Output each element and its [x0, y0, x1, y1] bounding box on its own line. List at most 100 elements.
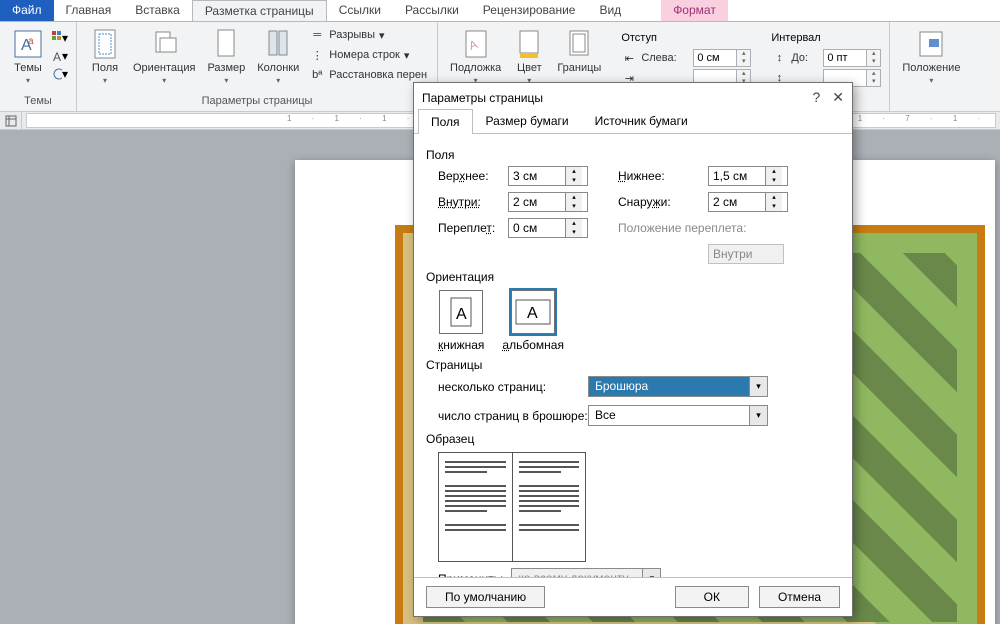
- outside-margin-spinner[interactable]: ▴▾: [708, 192, 788, 212]
- indent-left-icon: ⇤: [621, 50, 637, 66]
- spacing-before-input[interactable]: [824, 50, 866, 66]
- chevron-down-icon: ▾: [929, 76, 933, 85]
- bottom-margin-input[interactable]: [709, 167, 765, 185]
- indent-label: Отступ: [621, 32, 751, 44]
- size-button[interactable]: Размер▾: [203, 26, 249, 87]
- ok-button[interactable]: ОК: [675, 586, 749, 608]
- columns-icon: [262, 28, 294, 60]
- tab-format[interactable]: Формат: [661, 0, 728, 21]
- dialog-tab-paper[interactable]: Размер бумаги: [473, 108, 582, 133]
- sheets-combo[interactable]: Все▾: [588, 405, 768, 426]
- indent-left-spinner[interactable]: ▴▾: [693, 49, 751, 67]
- default-button[interactable]: По умолчанию: [426, 586, 545, 608]
- close-button[interactable]: ✕: [832, 89, 844, 106]
- spacing-before-icon: ↕: [771, 50, 787, 66]
- size-icon: [210, 28, 242, 60]
- margins-label: Поля: [92, 62, 118, 74]
- tab-page-layout[interactable]: Разметка страницы: [192, 0, 327, 21]
- chevron-down-icon[interactable]: ▾: [642, 569, 660, 577]
- page-color-button[interactable]: Цвет▾: [509, 26, 549, 87]
- tab-view[interactable]: Вид: [587, 0, 633, 21]
- gutter-pos-value: Внутри: [708, 244, 784, 264]
- indent-left-text: Слева:: [641, 52, 689, 64]
- watermark-label: Подложка: [450, 62, 501, 74]
- dialog-tabs: Поля Размер бумаги Источник бумаги: [414, 108, 852, 134]
- chevron-down-icon: ▾: [276, 76, 280, 85]
- multi-pages-label: несколько страниц:: [438, 380, 588, 394]
- breaks-icon: ═: [309, 27, 325, 43]
- dialog-tab-source[interactable]: Источник бумаги: [582, 108, 701, 133]
- chevron-down-icon[interactable]: ▾: [749, 406, 767, 425]
- group-page-setup: Поля ▾ Ориентация▾ Размер▾ Колонки ▾ ═Разр…: [77, 22, 438, 111]
- page-borders-button[interactable]: Границы: [553, 26, 605, 87]
- bottom-margin-label: Нижнее:: [618, 169, 708, 183]
- top-margin-input[interactable]: [509, 167, 565, 185]
- svg-text:a: a: [28, 36, 34, 47]
- ruler-corner-icon[interactable]: [0, 112, 22, 130]
- section-pages-label: Страницы: [426, 358, 840, 372]
- inside-margin-spinner[interactable]: ▴▾: [508, 192, 588, 212]
- cancel-button[interactable]: Отмена: [759, 586, 840, 608]
- preview-box: [438, 452, 586, 562]
- top-margin-spinner[interactable]: ▴▾: [508, 166, 588, 186]
- spacing-before-text: До:: [791, 52, 819, 64]
- dialog-footer: По умолчанию ОК Отмена: [414, 577, 852, 616]
- theme-fonts-icon[interactable]: A▾: [52, 48, 68, 64]
- chevron-down-icon: ▾: [103, 76, 107, 85]
- page-setup-dialog: Параметры страницы ? ✕ Поля Размер бумаг…: [413, 82, 853, 617]
- page-color-icon: [513, 28, 545, 60]
- columns-button[interactable]: Колонки ▾: [253, 26, 303, 87]
- breaks-button[interactable]: ═Разрывы ▾: [307, 26, 386, 44]
- orientation-portrait[interactable]: A книжная: [438, 290, 484, 352]
- svg-text:A: A: [456, 306, 467, 323]
- inside-margin-label: Внутри:: [438, 195, 508, 209]
- hyphenation-icon: bª: [309, 67, 325, 83]
- landscape-icon: A: [511, 290, 555, 334]
- theme-colors-icon[interactable]: ▾: [52, 30, 68, 46]
- portrait-icon: A: [439, 290, 483, 334]
- indent-left-input[interactable]: [694, 50, 736, 66]
- tab-home[interactable]: Главная: [54, 0, 124, 21]
- svg-text:A: A: [53, 50, 61, 63]
- hyphenation-button[interactable]: bªРасстановка перен: [307, 66, 429, 84]
- apply-to-combo[interactable]: ко всему документу▾: [511, 568, 661, 577]
- watermark-button[interactable]: A Подложка▾: [446, 26, 505, 87]
- dialog-tab-margins[interactable]: Поля: [418, 109, 473, 134]
- help-button[interactable]: ?: [812, 89, 820, 106]
- theme-effects-icon[interactable]: ▾: [52, 66, 68, 82]
- tab-insert[interactable]: Вставка: [123, 0, 192, 21]
- orientation-landscape[interactable]: A альбомная: [502, 290, 564, 352]
- size-label: Размер: [207, 62, 245, 74]
- chevron-down-icon[interactable]: ▾: [749, 377, 767, 396]
- section-margins-label: Поля: [426, 148, 840, 162]
- page-borders-icon: [563, 28, 595, 60]
- orientation-button[interactable]: Ориентация▾: [129, 26, 199, 87]
- spin-up-icon[interactable]: ▴: [736, 50, 750, 58]
- watermark-icon: A: [460, 28, 492, 60]
- spacing-label: Интервал: [771, 32, 881, 44]
- tab-file[interactable]: Файл: [0, 0, 54, 21]
- tab-mailings[interactable]: Рассылки: [393, 0, 471, 21]
- inside-margin-input[interactable]: [509, 193, 565, 211]
- gutter-spinner[interactable]: ▴▾: [508, 218, 588, 238]
- outside-margin-input[interactable]: [709, 193, 765, 211]
- multi-pages-combo[interactable]: Брошюра▾: [588, 376, 768, 397]
- section-preview-label: Образец: [426, 432, 840, 446]
- bottom-margin-spinner[interactable]: ▴▾: [708, 166, 788, 186]
- spacing-before-spinner[interactable]: ▴▾: [823, 49, 881, 67]
- spin-down-icon[interactable]: ▾: [736, 58, 750, 66]
- line-numbers-button[interactable]: ⋮Номера строк ▾: [307, 46, 411, 64]
- sheets-label: число страниц в брошюре:: [438, 409, 588, 423]
- themes-button[interactable]: Aa Темы ▾: [8, 26, 48, 87]
- tab-review[interactable]: Рецензирование: [471, 0, 588, 21]
- columns-label: Колонки: [257, 62, 299, 74]
- dialog-title: Параметры страницы: [422, 91, 543, 105]
- position-icon: [915, 28, 947, 60]
- gutter-input[interactable]: [509, 219, 565, 237]
- gutter-pos-label: Положение переплета:: [618, 221, 788, 235]
- group-themes: Aa Темы ▾ ▾ A▾ ▾ Темы: [0, 22, 77, 111]
- svg-text:A: A: [527, 305, 538, 322]
- tab-references[interactable]: Ссылки: [327, 0, 393, 21]
- margins-button[interactable]: Поля ▾: [85, 26, 125, 87]
- position-button[interactable]: Положение▾: [898, 26, 964, 87]
